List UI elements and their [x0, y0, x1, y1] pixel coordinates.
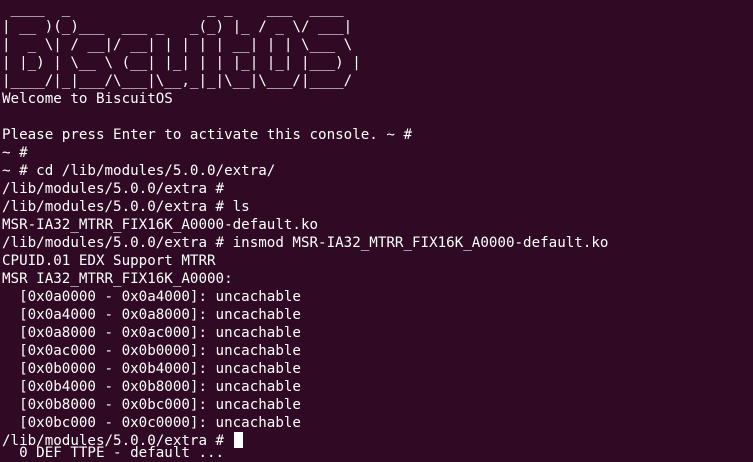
mtrr-range-line: [0x0a0000 - 0x0a4000]: uncachable — [2, 289, 301, 305]
command-cd: ~ # cd /lib/modules/5.0.0/extra/ — [2, 163, 276, 179]
text-cursor[interactable] — [233, 432, 243, 448]
mtrr-range-line: [0x0bc000 - 0x0c0000]: uncachable — [2, 415, 301, 431]
output-msr-header: MSR IA32_MTRR_FIX16K_A0000: — [2, 271, 233, 287]
mtrr-range-line: [0x0a8000 - 0x0ac000]: uncachable — [2, 325, 301, 341]
command-insmod: /lib/modules/5.0.0/extra # insmod MSR-IA… — [2, 235, 609, 251]
terminal-window[interactable]: ____ _ _ _ ___ ____ | __ )(_)___ ___ _ _… — [0, 0, 753, 461]
ascii-banner-line-5: |____/|_|___/\___|\__,_|_|\__|\___/|____… — [2, 73, 353, 89]
output-cpuid: CPUID.01 EDX Support MTRR — [2, 253, 216, 269]
prompt-line: ~ # — [2, 145, 28, 161]
console-activate-message: Please press Enter to activate this cons… — [2, 127, 412, 143]
ascii-banner-line-2: | __ )(_)___ ___ _ _(_) |_ / _ \/ ___| — [2, 19, 353, 35]
ascii-banner-line-1: ____ _ _ _ ___ ____ — [2, 1, 344, 17]
ls-output: MSR-IA32_MTRR_FIX16K_A0000-default.ko — [2, 217, 319, 233]
mtrr-range-line: [0x0ac000 - 0x0b0000]: uncachable — [2, 343, 301, 359]
command-ls: /lib/modules/5.0.0/extra # ls — [2, 199, 250, 215]
mtrr-range-line: [0x0a4000 - 0x0a8000]: uncachable — [2, 307, 301, 323]
welcome-message: Welcome to BiscuitOS — [2, 91, 173, 107]
mtrr-range-line: [0x0b8000 - 0x0bc000]: uncachable — [2, 397, 301, 413]
mtrr-range-line: [0x0b0000 - 0x0b4000]: uncachable — [2, 361, 301, 377]
cut-off-line: 0 DEF TTPE - default ... — [2, 445, 225, 461]
mtrr-range-line: [0x0b4000 - 0x0b8000]: uncachable — [2, 379, 301, 395]
ascii-banner-line-3: | _ \| / __|/ __| | | | | __| | | \___ \ — [2, 37, 353, 53]
ascii-banner-line-4: | |_) | \__ \ (__| |_| | | |_| |_| |___)… — [2, 55, 361, 71]
prompt-line: /lib/modules/5.0.0/extra # — [2, 181, 225, 197]
